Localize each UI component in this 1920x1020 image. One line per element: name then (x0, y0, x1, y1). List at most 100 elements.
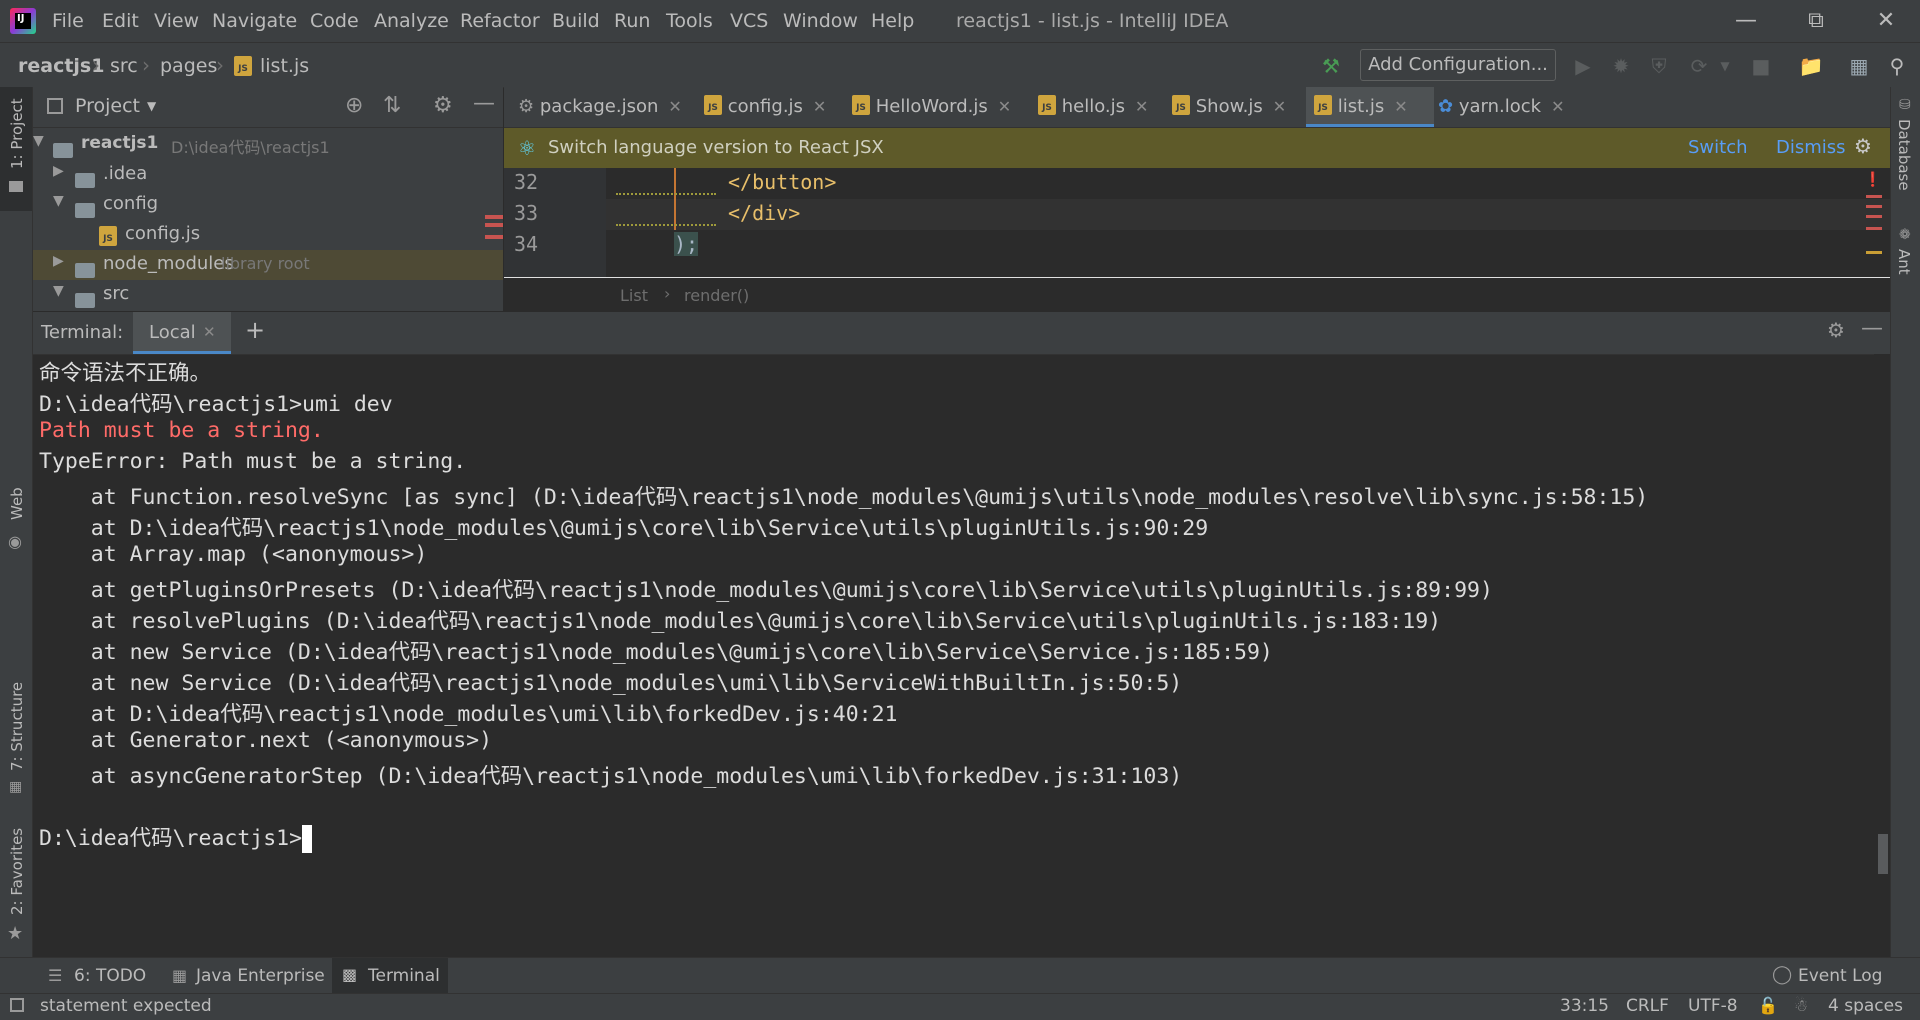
gear-icon[interactable]: ⚙ (433, 93, 453, 118)
tree-item-idea[interactable]: ▶ .idea (33, 160, 503, 190)
code-crumb-class[interactable]: List (620, 286, 648, 305)
menu-code[interactable]: Code (310, 10, 359, 32)
project-panel-title[interactable]: Project (75, 95, 140, 117)
tab-package-json[interactable]: ⚙ package.json ✕ (518, 87, 688, 127)
ant-tool-label[interactable]: Ant (1895, 249, 1913, 275)
sdk-manager-icon[interactable]: ▦ (1846, 53, 1872, 79)
chevron-down-icon[interactable]: ▼ (53, 193, 67, 209)
menu-tools[interactable]: Tools (666, 10, 713, 32)
toggle-tool-windows-icon[interactable] (10, 998, 24, 1012)
gear-icon[interactable]: ⚙ (1854, 134, 1872, 158)
menu-navigate[interactable]: Navigate (212, 10, 297, 32)
scrollbar-thumb[interactable] (1878, 834, 1888, 874)
profile-icon[interactable]: ⟳ (1686, 53, 1712, 79)
coverage-icon[interactable]: ⛨ (1646, 53, 1672, 79)
java-enterprise-tool-button[interactable]: Java Enterprise (196, 966, 325, 986)
gear-icon[interactable]: ⚙ (1827, 318, 1845, 342)
tab-helloword-js[interactable]: JS HelloWord.js ✕ (852, 87, 1022, 127)
error-stripe (485, 223, 503, 227)
inspector-icon[interactable]: ☃ (1794, 996, 1808, 1015)
breadcrumb-pages[interactable]: pages (160, 55, 217, 77)
chevron-down-icon[interactable]: ▼ (1712, 53, 1738, 79)
close-tab-icon[interactable]: ✕ (203, 323, 216, 341)
favorites-tool-label[interactable]: 2: Favorites (8, 828, 26, 915)
tab-label: hello.js (1061, 96, 1126, 117)
menu-window[interactable]: Window (783, 10, 858, 32)
close-tab-icon[interactable]: ✕ (1394, 97, 1407, 116)
project-tool-label[interactable]: 1: Project (8, 98, 26, 169)
close-tab-icon[interactable]: ✕ (1273, 97, 1286, 116)
collapse-all-icon[interactable]: ⇅ (383, 93, 401, 118)
switch-link[interactable]: Switch (1688, 137, 1748, 158)
close-tab-icon[interactable]: ✕ (1551, 97, 1564, 116)
tree-item-node-modules[interactable]: ▶ node_modules library root (33, 250, 503, 280)
chevron-down-icon[interactable]: ▼ (147, 99, 156, 113)
project-tool-tab[interactable]: 1: Project (0, 87, 32, 211)
hide-panel-icon[interactable]: — (473, 91, 495, 116)
error-indicator-icon[interactable]: ❗ (1864, 172, 1881, 188)
breadcrumb-src[interactable]: src (110, 55, 138, 77)
tree-item-reactjs1[interactable]: ▼ reactjs1 D:\idea代码\reactjs1 (33, 130, 503, 160)
menu-build[interactable]: Build (552, 10, 600, 32)
terminal-line: D:\idea代码\reactjs1>umi dev (39, 392, 393, 417)
menu-file[interactable]: File (52, 10, 84, 32)
folder-icon (75, 292, 95, 308)
terminal-line: at getPluginsOrPresets (D:\idea代码\reactj… (39, 578, 1493, 603)
run-icon[interactable]: ▶ (1570, 53, 1596, 79)
breadcrumb-file[interactable]: list.js (260, 55, 309, 77)
tree-item-config-js[interactable]: JS config.js (33, 220, 503, 250)
minimize-icon[interactable]: — (1726, 6, 1766, 36)
line-separator[interactable]: CRLF (1626, 996, 1669, 1016)
menu-refactor[interactable]: Refactor (460, 10, 540, 32)
menu-view[interactable]: View (154, 10, 199, 32)
chevron-right-icon: › (664, 284, 671, 303)
event-log-button[interactable]: Event Log (1798, 966, 1882, 986)
tab-yarn-lock[interactable]: ✿ yarn.lock ✕ (1438, 87, 1578, 127)
terminal-scrollbar[interactable] (1874, 354, 1890, 957)
tab-show-js[interactable]: JS Show.js ✕ (1172, 87, 1302, 127)
search-icon[interactable]: ⚲ (1884, 53, 1910, 79)
menu-edit[interactable]: Edit (102, 10, 139, 32)
tree-item-src[interactable]: ▼ src (33, 280, 503, 310)
tab-config-js[interactable]: JS config.js ✕ (704, 87, 840, 127)
close-tab-icon[interactable]: ✕ (668, 97, 681, 116)
dismiss-link[interactable]: Dismiss (1776, 137, 1846, 158)
chevron-right-icon[interactable]: ▶ (53, 253, 67, 269)
menu-help[interactable]: Help (871, 10, 914, 32)
add-configuration-button[interactable]: Add Configuration... (1360, 49, 1556, 81)
project-structure-icon[interactable]: 📁 (1798, 53, 1824, 79)
code-crumb-method[interactable]: render() (684, 286, 749, 305)
chevron-down-icon[interactable]: ▼ (53, 283, 67, 299)
terminal-prompt-line[interactable]: D:\idea代码\reactjs1> (39, 821, 313, 853)
chevron-down-icon[interactable]: ▼ (33, 133, 47, 149)
close-tab-icon[interactable]: ✕ (998, 97, 1011, 116)
menu-vcs[interactable]: VCS (730, 10, 768, 32)
file-encoding[interactable]: UTF-8 (1688, 996, 1738, 1016)
menu-analyze[interactable]: Analyze (374, 10, 449, 32)
menu-run[interactable]: Run (614, 10, 650, 32)
indent-setting[interactable]: 4 spaces (1828, 996, 1903, 1016)
debug-icon[interactable]: ✹ (1608, 53, 1634, 79)
tab-terminal-local[interactable]: Local ✕ (133, 312, 231, 354)
restore-icon[interactable]: ⧉ (1796, 6, 1836, 36)
build-hammer-icon[interactable]: ⚒ (1318, 53, 1344, 79)
close-icon[interactable]: ✕ (1866, 6, 1906, 36)
web-tool-label[interactable]: Web (8, 487, 26, 520)
close-tab-icon[interactable]: ✕ (1135, 97, 1148, 116)
locate-icon[interactable]: ⊕ (345, 93, 363, 118)
todo-tool-button[interactable]: 6: TODO (74, 966, 146, 986)
stop-icon[interactable]: ■ (1748, 53, 1774, 79)
add-tab-icon[interactable]: + (245, 316, 265, 344)
terminal-output[interactable]: 命令语法不正确。 D:\idea代码\reactjs1>umi dev Path… (39, 356, 1859, 956)
lock-icon[interactable]: 🔓 (1758, 996, 1778, 1015)
tree-item-config[interactable]: ▼ config (33, 190, 503, 220)
structure-tool-label[interactable]: 7: Structure (8, 682, 26, 771)
close-tab-icon[interactable]: ✕ (813, 97, 826, 116)
terminal-tool-button[interactable]: ▩ Terminal (332, 958, 448, 994)
tab-hello-js[interactable]: JS hello.js ✕ (1038, 87, 1168, 127)
chevron-right-icon[interactable]: ▶ (53, 163, 67, 179)
caret-position[interactable]: 33:15 (1560, 996, 1609, 1016)
hide-panel-icon[interactable]: — (1861, 316, 1883, 341)
tab-list-js[interactable]: JS list.js ✕ (1306, 87, 1434, 127)
database-tool-label[interactable]: Database (1895, 119, 1913, 191)
